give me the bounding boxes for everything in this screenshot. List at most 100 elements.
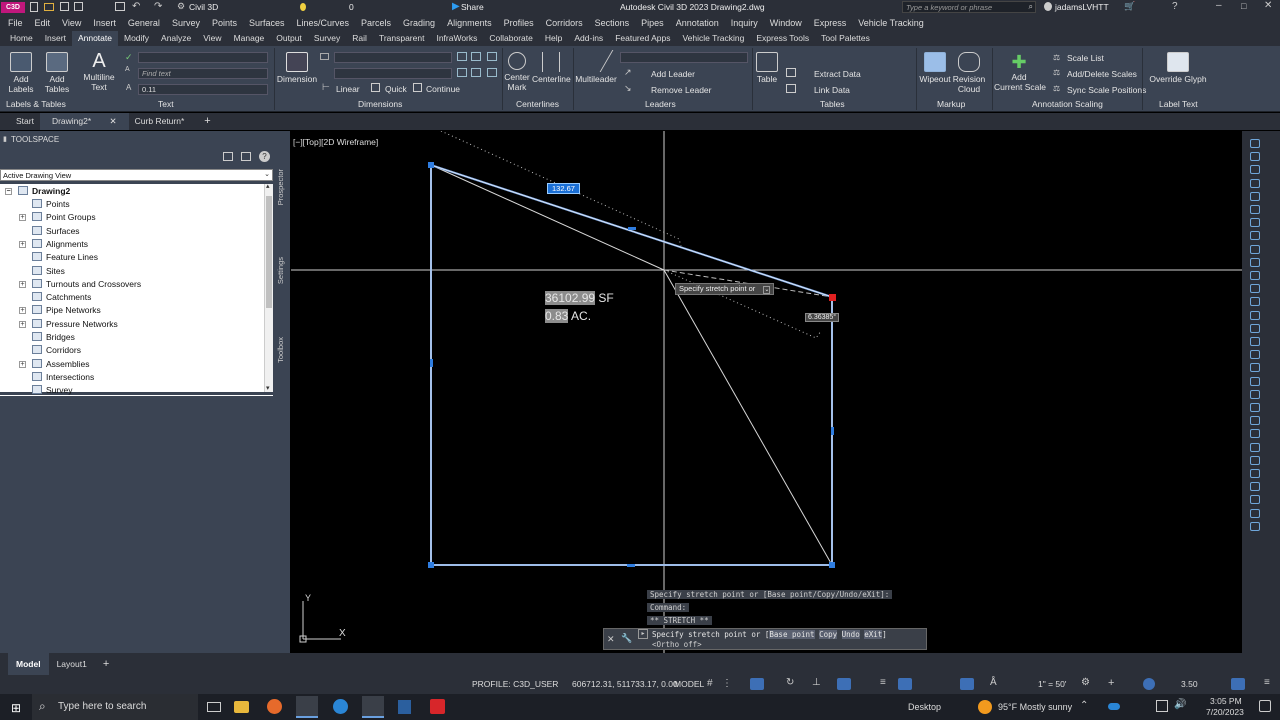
tree-scrollbar[interactable]: ▴ ▾ <box>264 183 273 392</box>
right-tool-icon[interactable] <box>1250 337 1260 346</box>
right-tool-icon[interactable] <box>1250 469 1260 478</box>
tree-item-sites[interactable]: Sites <box>32 265 65 278</box>
right-tool-icon[interactable] <box>1250 482 1260 492</box>
tree-item-pipe-networks[interactable]: + Pipe Networks <box>19 304 101 317</box>
right-tool-icon[interactable] <box>1250 416 1260 426</box>
quick-dim-icon[interactable] <box>371 83 380 92</box>
ribbon-tab-view[interactable]: View <box>197 31 227 46</box>
ribbon-tab-rail[interactable]: Rail <box>346 31 373 46</box>
hardware-accel-icon[interactable] <box>1231 678 1245 690</box>
menu-item-points[interactable]: Points <box>212 18 237 28</box>
pdf-icon[interactable] <box>430 699 445 714</box>
ribbon-tab-modify[interactable]: Modify <box>118 31 155 46</box>
tab-drawing2[interactable]: Drawing2* ✕ <box>39 113 129 130</box>
tab-curb-return[interactable]: Curb Return* <box>129 113 191 130</box>
text-style-select[interactable] <box>138 52 268 63</box>
add-tables-button[interactable]: Add Tables <box>40 52 74 94</box>
right-tool-icon[interactable] <box>1250 442 1260 452</box>
toolspace-tool-icon-2[interactable] <box>241 152 251 161</box>
ribbon-tab-analyze[interactable]: Analyze <box>155 31 197 46</box>
panel-labels-tables[interactable]: Labels & Tables <box>6 99 66 109</box>
expand-icon[interactable]: + <box>19 320 26 328</box>
menu-item-edit[interactable]: Edit <box>35 18 51 28</box>
network-icon[interactable] <box>1156 700 1168 712</box>
undo-icon[interactable]: ↶ <box>132 1 140 12</box>
right-tool-icon[interactable] <box>1250 376 1260 386</box>
civil3d-taskbar-icon[interactable] <box>362 696 384 718</box>
grip-mid-right[interactable] <box>831 427 834 435</box>
right-tool-icon[interactable] <box>1250 521 1260 531</box>
menu-item-pipes[interactable]: Pipes <box>641 18 664 28</box>
table-button[interactable]: Table <box>754 52 780 84</box>
grip-top-left[interactable] <box>428 162 434 168</box>
menu-item-parcels[interactable]: Parcels <box>361 18 391 28</box>
tray-chevron-icon[interactable]: ⌃ <box>1080 700 1088 711</box>
grip-bottom-right[interactable] <box>829 562 835 568</box>
tree-item-turnouts-and-crossovers[interactable]: + Turnouts and Crossovers <box>19 278 141 291</box>
right-tool-icon[interactable] <box>1250 363 1260 373</box>
onedrive-icon[interactable] <box>1108 703 1120 710</box>
tooltip-options-icon[interactable]: ⌄ <box>763 286 771 294</box>
osnap-icon[interactable] <box>837 678 851 690</box>
menu-item-express[interactable]: Express <box>814 18 847 28</box>
ribbon-tab-tool-palettes[interactable]: Tool Palettes <box>815 31 876 46</box>
tree-item-point-groups[interactable]: + Point Groups <box>19 211 96 224</box>
tab-close-icon[interactable]: ✕ <box>104 116 123 126</box>
expand-icon[interactable]: + <box>19 214 26 222</box>
menu-item-corridors[interactable]: Corridors <box>546 18 583 28</box>
text-style-icon[interactable]: A <box>125 66 130 73</box>
plus-icon[interactable]: + <box>1108 677 1114 689</box>
right-tool-icon[interactable] <box>1250 495 1260 505</box>
right-tool-icon[interactable] <box>1250 191 1260 201</box>
menu-item-vehicle-tracking[interactable]: Vehicle Tracking <box>858 18 924 28</box>
tree-item-bridges[interactable]: Bridges <box>32 331 75 344</box>
menu-item-surfaces[interactable]: Surfaces <box>249 18 285 28</box>
right-tool-icon[interactable] <box>1250 297 1260 307</box>
dim-tool-icon-4[interactable] <box>457 68 467 77</box>
option-base-point[interactable]: Base point <box>769 630 815 639</box>
windows-start-icon[interactable]: ⊞ <box>11 701 21 715</box>
ribbon-tab-insert[interactable]: Insert <box>39 31 72 46</box>
taskbar-time[interactable]: 3:05 PM <box>1210 696 1242 706</box>
dim-style-select[interactable] <box>334 52 452 63</box>
expand-icon[interactable]: + <box>19 280 26 288</box>
dim-tool-icon-2[interactable] <box>471 52 481 61</box>
command-wrench-icon[interactable]: 🔧 <box>621 633 632 644</box>
mleader-style-select[interactable] <box>620 52 748 63</box>
text-height-input[interactable]: 0.11 <box>138 84 268 95</box>
tree-item-survey[interactable]: Survey <box>32 384 72 397</box>
view-select[interactable]: Active Drawing View ⌄ <box>0 169 273 181</box>
grip-mid-left[interactable] <box>430 359 433 367</box>
command-prompt-icon[interactable]: ▸ <box>638 629 648 639</box>
weather-text[interactable]: 95°F Mostly sunny <box>998 702 1072 712</box>
right-tool-icon[interactable] <box>1250 139 1260 148</box>
option-undo[interactable]: Undo <box>841 630 860 639</box>
edge-icon[interactable] <box>333 699 348 714</box>
menu-item-survey[interactable]: Survey <box>172 18 200 28</box>
ribbon-tab-help[interactable]: Help <box>539 31 568 46</box>
right-tool-icon[interactable] <box>1250 455 1260 465</box>
dim-layer-select[interactable] <box>334 68 452 79</box>
status-value[interactable]: 3.50 <box>1181 679 1198 689</box>
expand-icon[interactable]: + <box>19 360 26 368</box>
add-labels-button[interactable]: Add Labels <box>4 52 38 94</box>
user-menu[interactable]: jadamsLVHTT <box>1055 2 1109 12</box>
menu-item-inquiry[interactable]: Inquiry <box>731 18 758 28</box>
menu-item-sections[interactable]: Sections <box>595 18 630 28</box>
right-tool-icon[interactable] <box>1250 152 1260 162</box>
dimension-button[interactable]: Dimension <box>276 52 318 84</box>
search-icon[interactable]: ⌕ <box>1029 2 1033 12</box>
tree-item-feature-lines[interactable]: Feature Lines <box>32 251 98 264</box>
menu-item-window[interactable]: Window <box>770 18 802 28</box>
isodraft-icon[interactable]: ⊥ <box>812 677 821 688</box>
minimize-icon[interactable]: – <box>1216 0 1222 11</box>
menu-item-profiles[interactable]: Profiles <box>504 18 534 28</box>
workspace-select[interactable]: Civil 3D <box>189 2 218 12</box>
grip-mid-top[interactable] <box>628 227 636 230</box>
ribbon-tab-infraworks[interactable]: InfraWorks <box>430 31 483 46</box>
notification-icon[interactable] <box>1259 700 1271 712</box>
panel-text[interactable]: Text <box>158 99 174 109</box>
dim-tool-icon-1[interactable] <box>457 52 467 61</box>
help-icon[interactable]: ? <box>1172 1 1178 12</box>
revision-cloud-button[interactable]: Revision Cloud <box>952 52 986 94</box>
